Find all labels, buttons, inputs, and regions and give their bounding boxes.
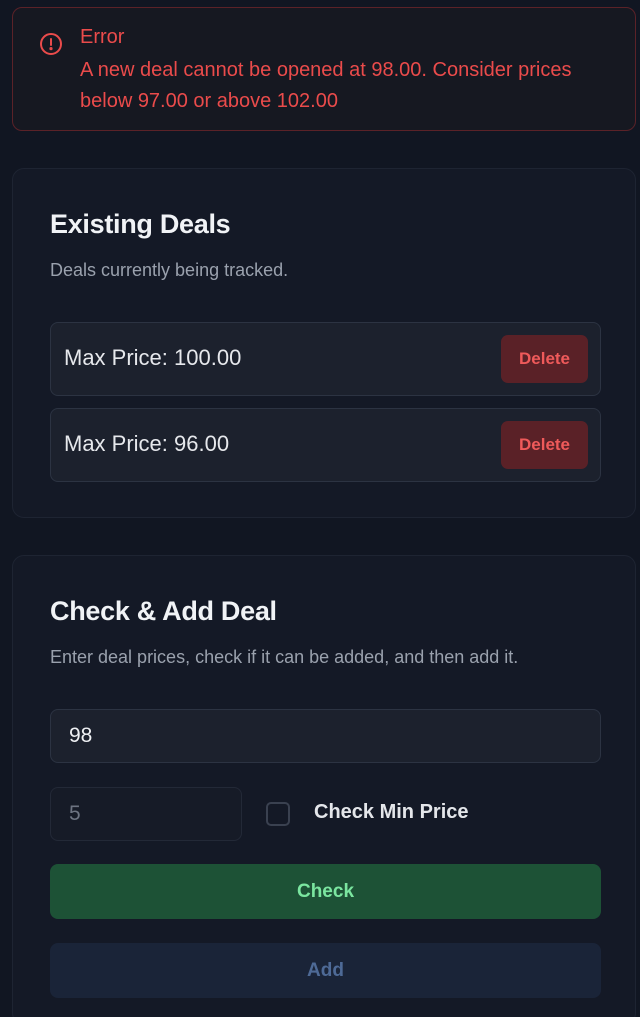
deal-row: Max Price: 100.00 Delete <box>50 322 601 396</box>
add-button[interactable]: Add <box>50 943 601 998</box>
error-alert: Error A new deal cannot be opened at 98.… <box>12 7 636 131</box>
check-add-deal-card: Check & Add Deal Enter deal prices, chec… <box>12 555 636 1017</box>
check-min-price-label[interactable]: Check Min Price <box>314 801 469 824</box>
alert-message: A new deal cannot be opened at 98.00. Co… <box>80 59 572 112</box>
existing-deals-card: Existing Deals Deals currently being tra… <box>12 168 636 518</box>
alert-circle-icon <box>39 32 63 56</box>
alert-title: Error <box>80 26 125 48</box>
check-button[interactable]: Check <box>50 864 601 919</box>
deal-max-price: Max Price: 100.00 <box>64 345 242 370</box>
check-add-deal-description: Enter deal prices, check if it can be ad… <box>50 647 519 667</box>
delete-deal-button[interactable]: Delete <box>501 335 588 383</box>
existing-deals-description: Deals currently being tracked. <box>50 260 289 280</box>
check-add-deal-title: Check & Add Deal <box>50 596 277 626</box>
deal-row: Max Price: 96.00 Delete <box>50 408 601 482</box>
deal-max-price: Max Price: 96.00 <box>64 431 230 456</box>
existing-deals-title: Existing Deals <box>50 209 231 239</box>
max-price-input[interactable] <box>50 709 601 763</box>
delete-deal-button[interactable]: Delete <box>501 421 588 469</box>
page: Error A new deal cannot be opened at 98.… <box>0 0 640 1017</box>
min-price-input[interactable] <box>50 787 242 841</box>
check-min-price-checkbox[interactable] <box>266 802 290 826</box>
